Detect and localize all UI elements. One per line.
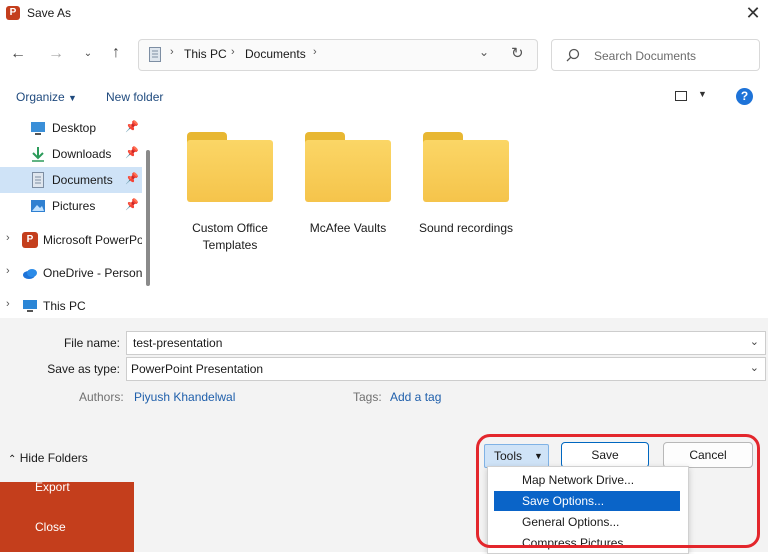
folder-icon [187,132,273,202]
folder-item[interactable]: McAfee Vaults [293,132,403,237]
annotation-highlight-ring [476,434,760,548]
breadcrumb-separator-icon: › [170,46,174,58]
view-options-icon[interactable] [675,91,687,101]
tree-item-microsoft-powerpoint[interactable]: › P Microsoft PowerPo [0,227,142,253]
hide-folders-label: Hide Folders [19,451,88,465]
search-icon [566,48,580,62]
window-title: Save As [27,6,72,20]
sidebar-item-pictures[interactable]: Pictures 📌 [0,193,142,219]
nav-pane-scrollbar[interactable] [146,150,150,286]
expand-chevron-icon[interactable]: › [6,232,10,244]
add-tag-link[interactable]: Add a tag [390,390,441,404]
close-icon[interactable]: ✕ [742,2,764,24]
pin-icon[interactable]: 📌 [125,198,139,211]
folder-icon [423,132,509,202]
file-name-label: File name: [63,336,120,350]
sidebar-item-documents[interactable]: Documents 📌 [0,167,142,193]
tags-label: Tags: [353,390,382,404]
address-history-chevron-icon[interactable]: ⌄ [479,45,489,59]
authors-label: Authors: [79,390,124,404]
view-dropdown-arrow-icon[interactable]: ▼ [698,89,707,99]
save-as-type-value: PowerPoint Presentation [131,362,264,376]
breadcrumb-separator-icon: › [231,46,235,58]
folder-label: McAfee Vaults [309,221,387,235]
folder-label: Custom Office Templates [192,221,268,252]
save-form-pane: File name: ⌄ Save as type: PowerPoint Pr… [0,318,768,422]
sidebar-item-desktop[interactable]: Desktop 📌 [0,115,142,141]
documents-icon [149,47,161,62]
breadcrumb-separator-icon: › [313,46,317,58]
folder-item[interactable]: Sound recordings [411,132,521,237]
computer-icon [23,300,37,312]
pictures-icon [31,200,45,212]
save-as-type-label: Save as type: [47,362,120,376]
expand-chevron-icon[interactable]: › [6,298,10,310]
backstage-item-export[interactable]: Export [35,480,70,494]
forward-arrow-icon[interactable]: → [46,44,66,64]
chevron-up-icon: ⌃ [8,454,17,465]
help-icon[interactable]: ? [736,88,753,105]
organize-button[interactable]: Organize ▼ [16,90,77,104]
chevron-down-icon[interactable]: ⌄ [750,361,759,374]
up-arrow-icon[interactable]: ↑ [106,43,126,63]
save-as-type-select[interactable]: PowerPoint Presentation ⌄ [126,357,766,381]
back-arrow-icon[interactable]: ← [8,44,28,64]
hide-folders-button[interactable]: ⌃ Hide Folders [8,451,88,465]
pin-icon[interactable]: 📌 [125,172,139,185]
address-bar[interactable]: › This PC › Documents › ⌄ ↻ [138,39,538,71]
folder-icon [305,132,391,202]
dropdown-arrow-icon: ▼ [68,93,77,103]
navigation-pane: Desktop 📌 Downloads 📌 Documents 📌 Pictur… [0,112,148,318]
sidebar-item-downloads[interactable]: Downloads 📌 [0,141,142,167]
search-box[interactable] [551,39,760,71]
organize-label: Organize [16,90,65,104]
authors-value[interactable]: Piyush Khandelwal [134,390,235,404]
breadcrumb-documents[interactable]: Documents [245,47,306,61]
tree-item-this-pc[interactable]: › This PC [0,293,142,319]
download-icon [32,147,44,162]
pin-icon[interactable]: 📌 [125,120,139,133]
chevron-down-icon[interactable]: ⌄ [750,335,759,348]
breadcrumb-this-pc[interactable]: This PC [184,47,227,61]
folder-item[interactable]: Custom Office Templates [175,132,285,254]
new-folder-button[interactable]: New folder [106,90,163,104]
tree-item-onedrive[interactable]: › OneDrive - Person [0,260,142,286]
refresh-icon[interactable]: ↻ [511,44,524,62]
backstage-item-close[interactable]: Close [35,520,66,534]
expand-chevron-icon[interactable]: › [6,265,10,277]
search-input[interactable] [592,46,756,66]
recent-locations-chevron-icon[interactable]: ⌄ [78,44,98,64]
documents-icon [32,172,44,188]
desktop-icon [31,122,45,135]
file-name-input[interactable] [131,335,735,351]
powerpoint-app-icon: P [6,6,20,20]
backstage-sidebar: Export Close [0,480,134,552]
powerpoint-icon: P [22,232,38,248]
title-bar [0,0,768,30]
pin-icon[interactable]: 📌 [125,146,139,159]
file-name-field[interactable]: ⌄ [126,331,766,355]
onedrive-icon [23,269,37,279]
folder-label: Sound recordings [418,221,514,235]
